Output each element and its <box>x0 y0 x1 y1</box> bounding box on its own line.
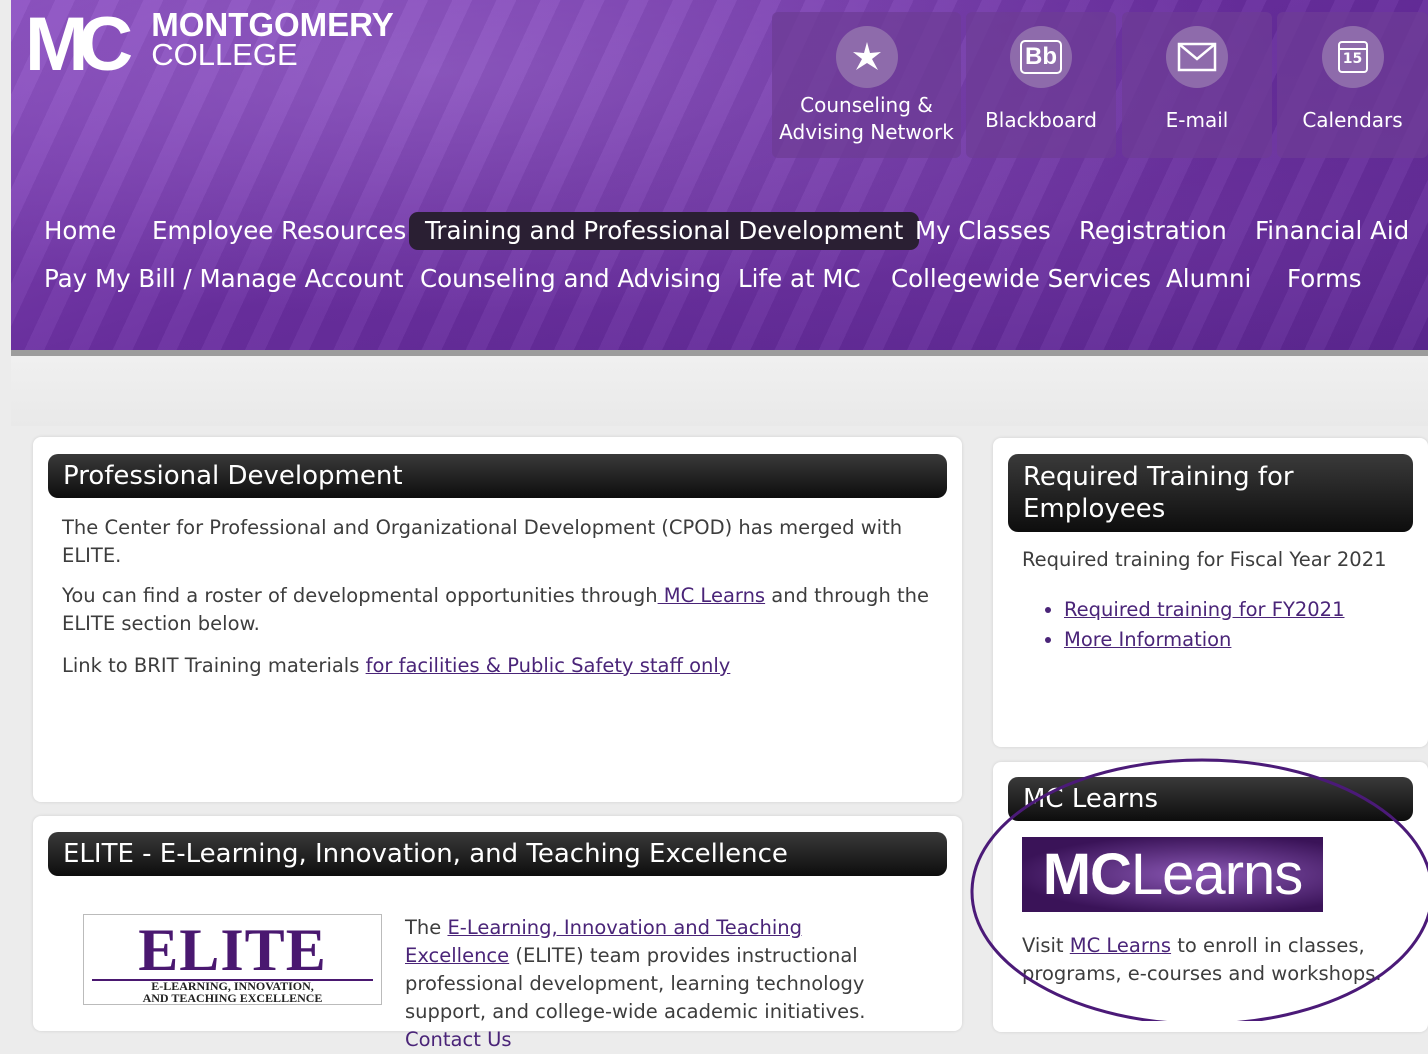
mc-learns-banner[interactable]: MC Learns <box>1022 837 1323 912</box>
list-item: Required training for FY2021 <box>1064 595 1345 625</box>
envelope-icon <box>1166 26 1228 88</box>
more-information-link[interactable]: More Information <box>1064 628 1231 651</box>
contact-us-link[interactable]: Contact Us <box>405 1028 512 1051</box>
professional-development-card: Professional Development The Center for … <box>33 437 962 802</box>
required-training-fy2021-link[interactable]: Required training for FY2021 <box>1064 598 1345 621</box>
section-title: Required Training for Employees <box>1008 454 1413 532</box>
required-training-list: Required training for FY2021 More Inform… <box>1020 595 1345 655</box>
nav-training-professional-development[interactable]: Training and Professional Development <box>409 212 920 250</box>
quick-link-label: Advising Network <box>779 120 954 144</box>
logo-line1: MONTGOMERY <box>151 6 394 43</box>
calendar-icon: 15 <box>1321 26 1384 88</box>
mc-learns-visit-link[interactable]: MC Learns <box>1070 934 1171 957</box>
brit-training-link[interactable]: for facilities & Public Safety staff onl… <box>366 654 731 677</box>
nav-home[interactable]: Home <box>44 216 116 246</box>
required-training-intro: Required training for Fiscal Year 2021 <box>1022 548 1387 571</box>
pd-paragraph-2: You can find a roster of developmental o… <box>62 584 929 635</box>
pd-paragraph-3: Link to BRIT Training materials for faci… <box>62 654 731 677</box>
quick-link-email[interactable]: E-mail <box>1122 12 1272 158</box>
nav-employee-resources[interactable]: Employee Resources <box>152 216 406 246</box>
nav-forms[interactable]: Forms <box>1287 264 1361 294</box>
list-item: More Information <box>1064 625 1345 655</box>
quick-link-calendars[interactable]: 15 Calendars <box>1277 12 1428 158</box>
nav-registration[interactable]: Registration <box>1079 216 1227 246</box>
college-logo[interactable]: MC MONTGOMERY COLLEGE <box>25 2 394 87</box>
elite-logo: ELITE E-LEARNING, INNOVATION, AND TEACHI… <box>83 914 382 1005</box>
mc-learns-card: MC Learns MC Learns Visit MC Learns to en… <box>993 762 1428 1032</box>
nav-my-classes[interactable]: My Classes <box>915 216 1051 246</box>
section-title: MC Learns <box>1008 777 1413 821</box>
pd-paragraph-1: The Center for Professional and Organiza… <box>62 516 903 567</box>
quick-link-counseling[interactable]: Counseling & Advising Network <box>772 12 961 158</box>
quick-link-blackboard[interactable]: Bb Blackboard <box>966 12 1116 158</box>
nav-financial-aid[interactable]: Financial Aid <box>1255 216 1409 246</box>
nav-alumni[interactable]: Alumni <box>1166 264 1251 294</box>
section-title: ELITE - E-Learning, Innovation, and Teac… <box>48 832 947 876</box>
quick-link-label: Counseling & <box>800 93 933 117</box>
site-header: MC MONTGOMERY COLLEGE Counseling & Advis… <box>11 0 1428 356</box>
nav-life-at-mc[interactable]: Life at MC <box>738 264 861 294</box>
star-icon <box>835 26 898 88</box>
logo-line2: COLLEGE <box>151 37 298 72</box>
nav-pay-my-bill[interactable]: Pay My Bill / Manage Account <box>44 264 404 294</box>
blackboard-icon: Bb <box>1010 26 1072 88</box>
required-training-card: Required Training for Employees Required… <box>993 438 1428 747</box>
mc-learns-description: Visit MC Learns to enroll in classes, pr… <box>1022 934 1382 985</box>
quick-link-label: Calendars <box>1302 108 1403 132</box>
quick-link-label: Blackboard <box>985 108 1097 132</box>
logo-mark: MC <box>25 2 133 87</box>
section-title: Professional Development <box>48 454 947 498</box>
nav-collegewide-services[interactable]: Collegewide Services <box>891 264 1151 294</box>
elite-card: ELITE - E-Learning, Innovation, and Teac… <box>33 816 962 1051</box>
quick-link-label: E-mail <box>1165 108 1229 132</box>
mc-learns-link[interactable]: MC Learns <box>658 584 765 607</box>
header-shadow-band <box>11 356 1428 426</box>
elite-description: The E-Learning, Innovation and Teaching … <box>405 916 866 1051</box>
nav-counseling-advising[interactable]: Counseling and Advising <box>420 264 721 294</box>
